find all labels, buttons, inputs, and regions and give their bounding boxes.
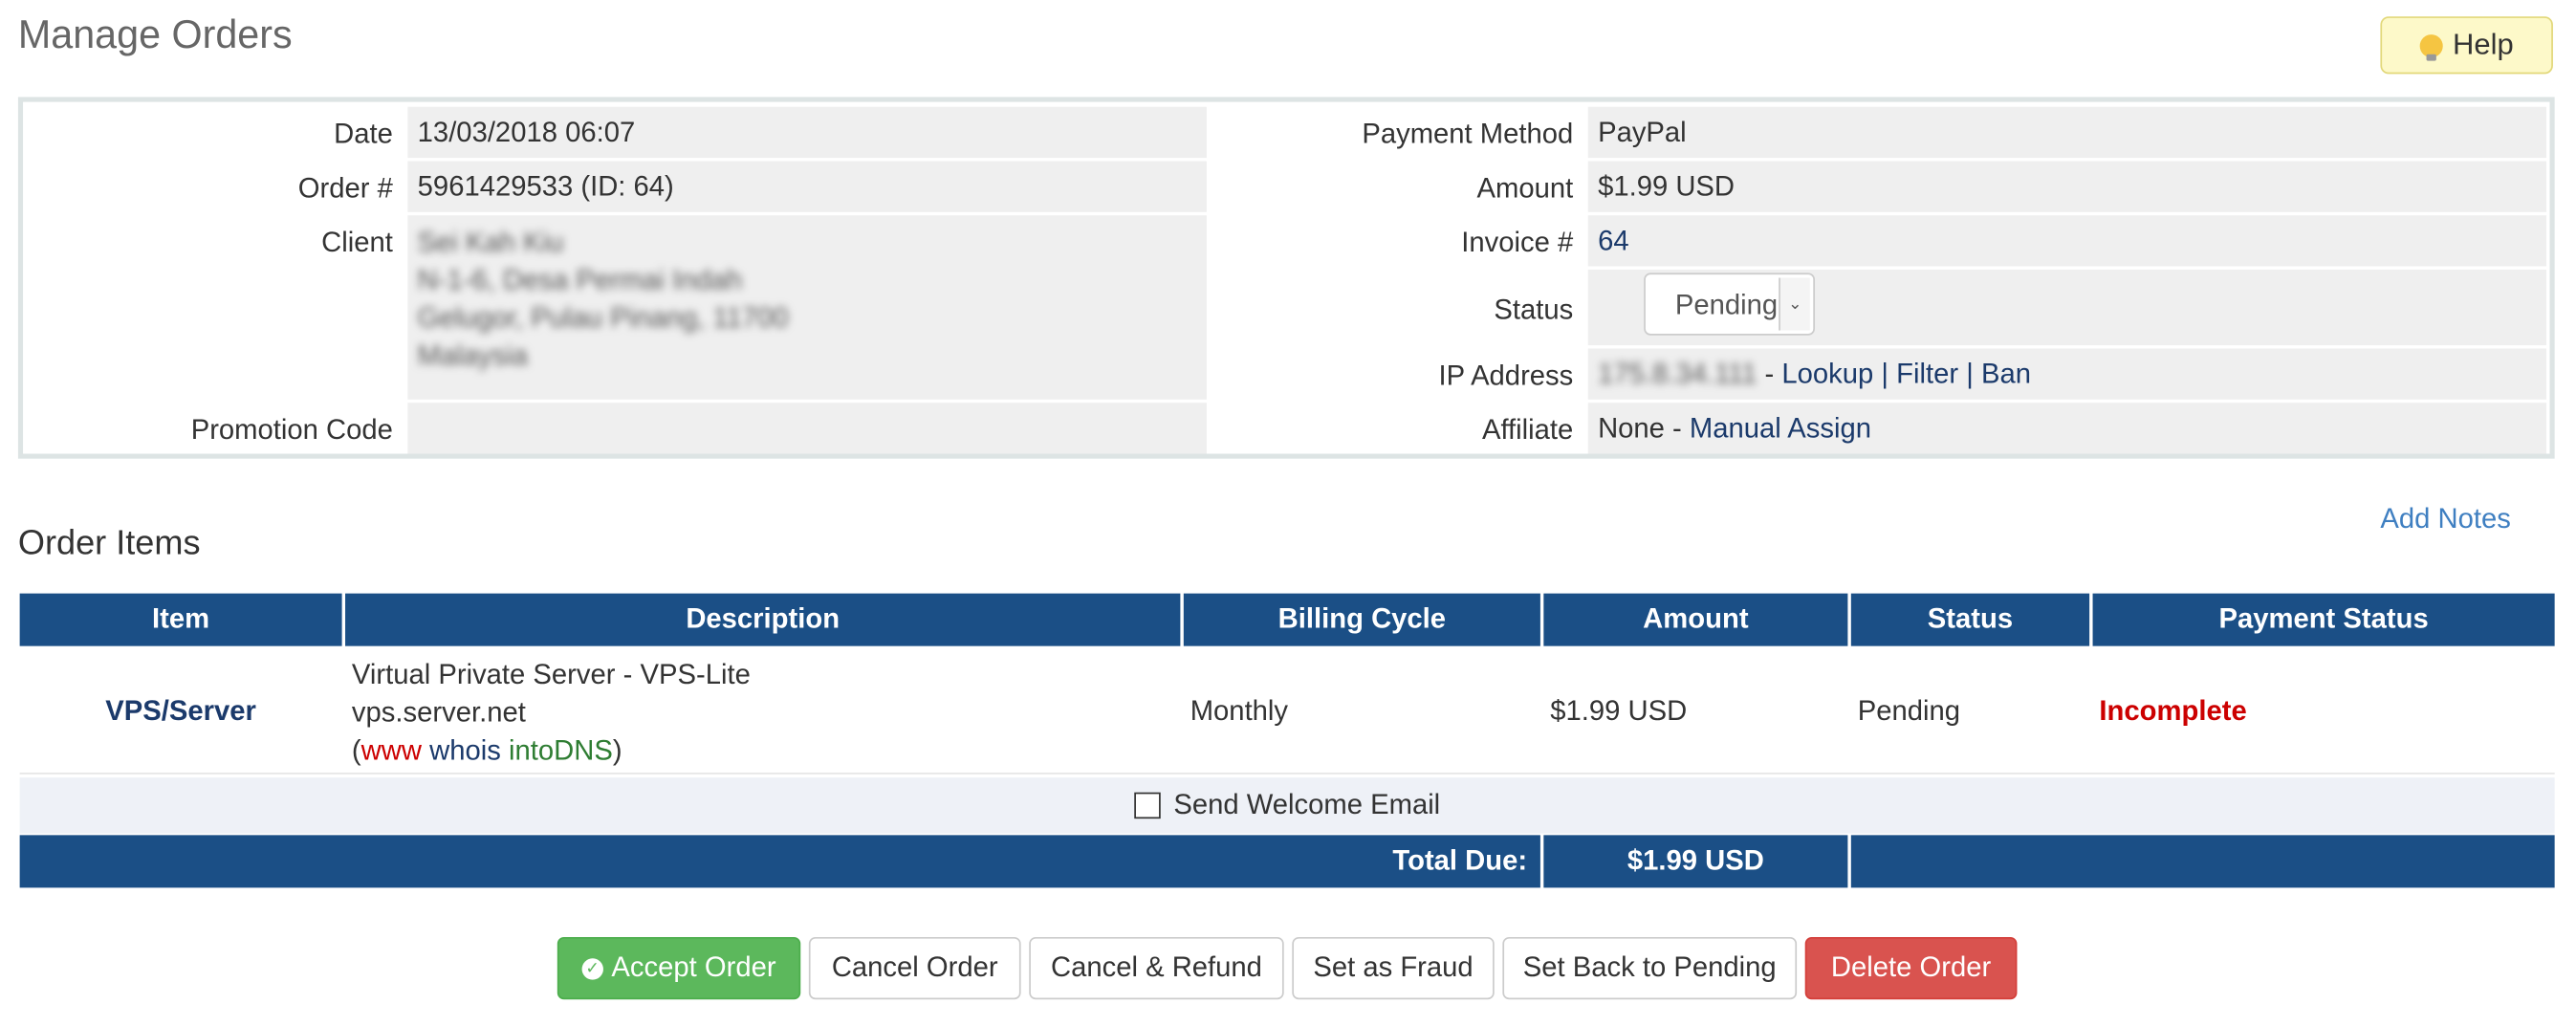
row-divider: [19, 773, 2555, 775]
total-due-label: Total Due:: [19, 835, 1540, 888]
date-label: Date: [334, 118, 393, 150]
billing-cycle-value: Monthly: [1190, 695, 1289, 727]
invoice-cell: 64: [1587, 215, 2547, 267]
paren: (: [351, 734, 361, 767]
delete-order-button[interactable]: Delete Order: [1804, 936, 2018, 1000]
whois-link[interactable]: whois: [429, 734, 501, 766]
item-status: Pending: [1857, 695, 1960, 727]
column-header-billing-cycle: Billing Cycle: [1183, 593, 1540, 646]
send-welcome-email-label[interactable]: Send Welcome Email: [1173, 789, 1440, 821]
help-label: Help: [2453, 28, 2514, 61]
check-circle-icon: ✓: [581, 957, 603, 979]
payment-status-value: Incomplete: [2099, 695, 2247, 727]
manual-assign-link[interactable]: Manual Assign: [1690, 413, 1871, 445]
cancel-refund-button[interactable]: Cancel & Refund: [1029, 936, 1284, 1000]
www-link[interactable]: www: [361, 734, 422, 766]
accept-order-button[interactable]: ✓ Accept Order: [557, 936, 801, 1000]
payment-method-value: PayPal: [1587, 106, 2547, 159]
lightbulb-icon: [2419, 33, 2443, 60]
amount-value: $1.99 USD: [1587, 161, 2547, 212]
ip-address-label: IP Address: [1438, 360, 1574, 392]
total-row-filler: [1850, 835, 2555, 888]
ip-filter-link[interactable]: Filter: [1896, 359, 1958, 390]
order-summary: Date 13/03/2018 06:07 Order # 5961429533…: [17, 97, 2555, 459]
column-header-amount: Amount: [1543, 593, 1848, 646]
client-address-line: Malaysia: [417, 339, 529, 372]
status-label: Status: [1494, 294, 1574, 326]
item-description: Virtual Private Server - VPS-Lite vps.se…: [352, 656, 751, 770]
status-selected-value: Pending: [1674, 289, 1779, 321]
column-header-item: Item: [19, 593, 342, 646]
page-title: Manage Orders: [17, 12, 293, 58]
product-name: Virtual Private Server - VPS-Lite: [351, 659, 751, 691]
total-due-amount: $1.99 USD: [1543, 835, 1848, 888]
intodns-link[interactable]: intoDNS: [509, 734, 613, 766]
ip-lookup-link[interactable]: Lookup: [1781, 359, 1873, 390]
domain-name: vps.server.net: [351, 696, 526, 729]
send-welcome-email-row: Send Welcome Email: [19, 777, 2555, 834]
paren: ): [612, 734, 622, 767]
client-address: Sei Kah Kiu N-1-6, Desa Permai Indah Gel…: [407, 215, 1207, 400]
cancel-order-button[interactable]: Cancel Order: [808, 936, 1021, 1000]
accept-order-label: Accept Order: [611, 951, 776, 984]
ip-ban-link[interactable]: Ban: [1981, 359, 2031, 390]
ip-separator: -: [1757, 358, 1782, 390]
add-notes-link[interactable]: Add Notes: [2380, 503, 2510, 535]
domain-links: (www whois intoDNS): [352, 731, 751, 770]
ip-address-value: 175.8.34.111: [1598, 358, 1757, 390]
ip-pipe: |: [1873, 358, 1897, 390]
ip-pipe: |: [1958, 358, 1981, 390]
chevron-down-icon: ⌄: [1779, 277, 1810, 331]
affiliate-cell: None - Manual Assign: [1587, 403, 2547, 454]
amount-label: Amount: [1476, 172, 1574, 205]
column-header-description: Description: [345, 593, 1181, 646]
affiliate-none: None -: [1598, 412, 1690, 445]
send-welcome-email-checkbox[interactable]: [1134, 792, 1161, 819]
invoice-label: Invoice #: [1461, 227, 1574, 258]
payment-method-label: Payment Method: [1362, 118, 1574, 150]
column-header-status: Status: [1850, 593, 2090, 646]
order-label: Order #: [297, 172, 393, 205]
promotion-code-value: [407, 403, 1207, 454]
help-button[interactable]: Help: [2380, 16, 2553, 75]
order-items-title: Order Items: [17, 524, 201, 562]
affiliate-label: Affiliate: [1481, 414, 1574, 446]
ip-address-cell: 175.8.34.111 - Lookup | Filter | Ban: [1587, 348, 2547, 400]
set-back-to-pending-button[interactable]: Set Back to Pending: [1502, 936, 1798, 1000]
client-name[interactable]: Sei Kah Kiu: [418, 224, 1207, 262]
column-header-payment-status: Payment Status: [2092, 593, 2555, 646]
set-as-fraud-button[interactable]: Set as Fraud: [1292, 936, 1495, 1000]
order-number: 5961429533 (ID: 64): [407, 161, 1207, 212]
date-value: 13/03/2018 06:07: [407, 106, 1207, 159]
status-select[interactable]: Pending ⌄: [1644, 273, 1816, 336]
client-address-line: N-1-6, Desa Permai Indah: [417, 264, 743, 296]
item-name: VPS/Server: [105, 695, 256, 727]
item-amount: $1.99 USD: [1550, 695, 1688, 727]
invoice-link[interactable]: 64: [1598, 226, 1629, 257]
client-address-line: Gelugor, Pulau Pinang, 11700: [417, 302, 789, 334]
client-label: Client: [321, 227, 393, 258]
promotion-code-label: Promotion Code: [190, 414, 393, 446]
